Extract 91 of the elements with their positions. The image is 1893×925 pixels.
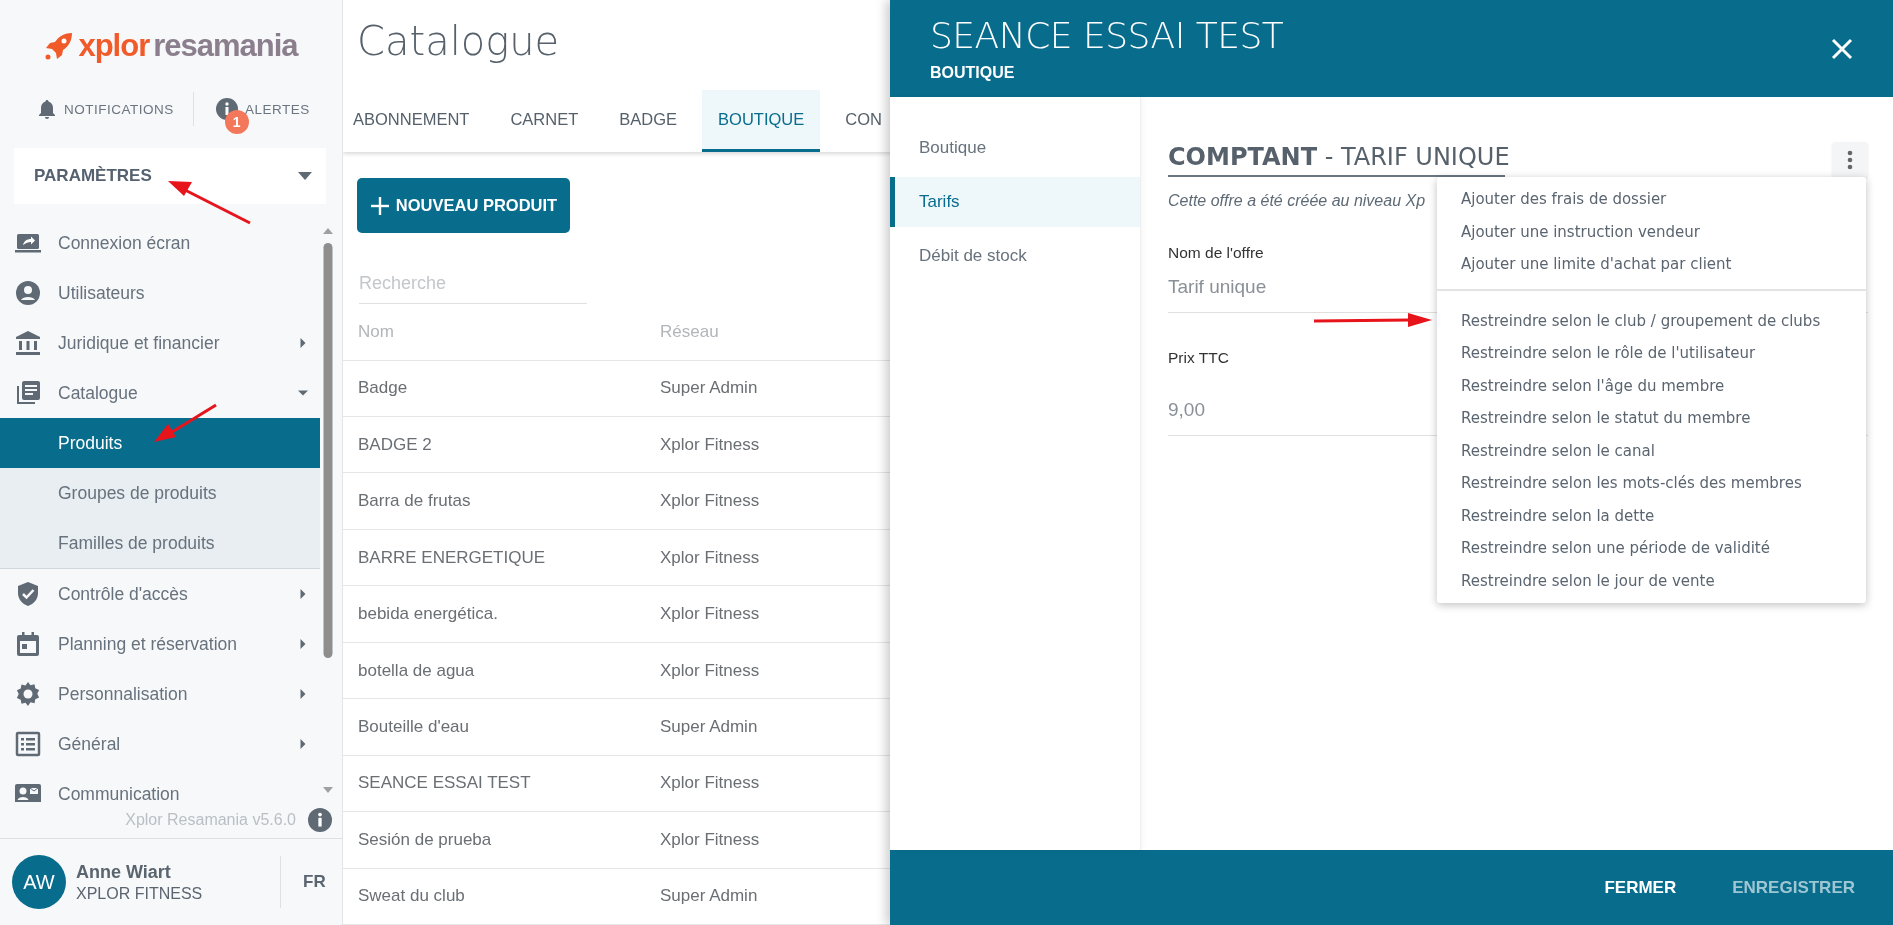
avatar[interactable]: AW — [12, 855, 66, 909]
table-cell: Xplor Fitness — [660, 434, 760, 455]
panel-title: SEANCE ESSAI TEST — [930, 15, 1284, 56]
table-cell-text: Sesión de prueba — [357, 829, 493, 850]
logo-text: xplor — [78, 28, 150, 64]
menu-item[interactable]: Restreindre selon la dette — [1437, 499, 1866, 532]
menu-item[interactable]: Planning et réservation — [0, 619, 320, 669]
caret-icon — [298, 172, 312, 180]
table-cell-text: bebida energética. — [357, 604, 499, 625]
tab[interactable]: BADGE — [603, 90, 694, 152]
panel-nav-item[interactable]: Boutique — [890, 123, 1140, 173]
menu-item[interactable]: Personnalisation — [0, 669, 320, 719]
caret-right-icon — [298, 639, 308, 649]
menu-item[interactable]: Restreindre selon le rôle de l'utilisateur — [1437, 337, 1866, 370]
menu-item[interactable]: Ajouter une instruction vendeur — [1437, 215, 1866, 248]
caret-right-icon — [298, 338, 308, 348]
table-cell-text: BARRE ENERGETIQUE — [357, 547, 547, 568]
menu-item[interactable]: Restreindre selon le statut du membre — [1437, 402, 1866, 435]
menu-item[interactable]: Juridique et financier — [0, 318, 320, 368]
document-stack-icon — [14, 379, 42, 407]
close-button[interactable]: FERMER — [1586, 867, 1695, 908]
menu-item[interactable]: Général — [0, 719, 320, 769]
menu-item[interactable]: Restreindre selon les mots-clés des membres — [1437, 467, 1866, 500]
caret-right-icon — [298, 589, 308, 599]
menu-item[interactable]: Utilisateurs — [0, 268, 320, 318]
table-cell: Super Admin — [660, 886, 758, 907]
menu-item[interactable]: Restreindre selon le canal — [1437, 434, 1866, 467]
page-title: Catalogue — [356, 18, 560, 66]
caret-down-icon — [298, 388, 308, 398]
tab[interactable]: ABONNEMENT — [343, 90, 486, 152]
menu-item[interactable]: Communication — [0, 769, 320, 802]
user-icon — [14, 279, 42, 307]
close-icon[interactable] — [1831, 37, 1853, 60]
table-cell: Xplor Fitness — [660, 604, 760, 625]
menu-item[interactable]: Ajouter des frais de dossier — [1437, 183, 1866, 216]
menu-item[interactable]: Connexion écran — [0, 218, 320, 268]
calendar-icon — [14, 630, 42, 658]
panel-nav-item[interactable]: Tarifs — [890, 177, 1140, 227]
submenu-item[interactable]: Familles de produits — [0, 518, 320, 568]
bank-icon — [14, 329, 42, 357]
menu-item[interactable]: Restreindre selon le jour de vente — [1437, 564, 1866, 597]
language-code: FR — [280, 856, 326, 908]
menu-item[interactable]: Restreindre selon le club / groupement de clubs — [1437, 304, 1866, 337]
menu-item[interactable]: Restreindre selon une période de validité — [1437, 532, 1866, 565]
table-cell-text: BADGE 2 — [357, 434, 433, 455]
menu-item[interactable]: Restreindre selon l'âge du membre — [1437, 369, 1866, 402]
caret-right-icon — [298, 689, 308, 699]
table-cell-text: botella de agua — [357, 660, 476, 681]
table-cell: Xplor Fitness — [660, 491, 760, 512]
caret-right-icon — [298, 739, 308, 749]
field-label: Prix TTC — [1168, 349, 1229, 367]
annotation-arrow — [154, 403, 217, 442]
version-text: Xplor Resamania v5.6.0 — [125, 811, 296, 829]
table-cell: Xplor Fitness — [660, 829, 760, 850]
kebab-icon — [1847, 150, 1853, 170]
plus-icon — [369, 195, 390, 216]
table-cell: Xplor Fitness — [660, 660, 760, 681]
submenu-item[interactable]: Produits — [0, 418, 320, 468]
table-cell: Xplor Fitness — [660, 547, 760, 568]
panel-nav-item[interactable]: Débit de stock — [890, 231, 1140, 281]
section-dropdown[interactable]: PARAMÈTRES — [14, 148, 326, 204]
table-cell-text: Sweat du club — [357, 886, 466, 907]
info-text: Cette offre a été créée au niveau Xp — [1168, 192, 1426, 210]
rocket-icon — [44, 31, 75, 61]
settings-icon — [14, 680, 42, 708]
notifications-label[interactable]: NOTIFICATIONS — [64, 101, 174, 117]
tab[interactable]: BOUTIQUE — [702, 90, 821, 152]
table-cell: Super Admin — [660, 378, 758, 399]
panel-subtitle: BOUTIQUE — [930, 64, 1016, 82]
more-button[interactable] — [1832, 142, 1868, 178]
table-cell-text: Barra de frutas — [357, 491, 472, 512]
table-cell-text: Badge — [357, 378, 409, 399]
list-icon — [14, 730, 42, 758]
table-cell: Xplor Fitness — [660, 773, 760, 794]
menu-item[interactable]: Ajouter une limite d'achat par client — [1437, 248, 1866, 281]
table-cell-text: SEANCE ESSAI TEST — [357, 773, 532, 794]
tab[interactable]: CON — [829, 90, 882, 152]
user-name: Anne Wiart — [76, 861, 172, 883]
info-icon[interactable] — [308, 808, 332, 832]
submenu-item[interactable]: Groupes de produits — [0, 468, 320, 518]
section-label: PARAMÈTRES — [34, 166, 152, 186]
menu-item[interactable]: Catalogue — [0, 368, 320, 418]
table-cell-text: Bouteille d'eau — [357, 716, 470, 737]
tab[interactable]: CARNET — [494, 90, 595, 152]
field-label: Nom de l'offre — [1168, 244, 1264, 262]
menu-item[interactable]: Contrôle d'accès — [0, 569, 320, 619]
company-name: XPLOR FITNESS — [76, 884, 204, 903]
logo-text: resamania — [153, 28, 298, 64]
table-cell: Super Admin — [660, 716, 758, 737]
new-product-button[interactable]: NOUVEAU PRODUIT — [357, 178, 570, 234]
bell-icon[interactable] — [38, 99, 56, 119]
